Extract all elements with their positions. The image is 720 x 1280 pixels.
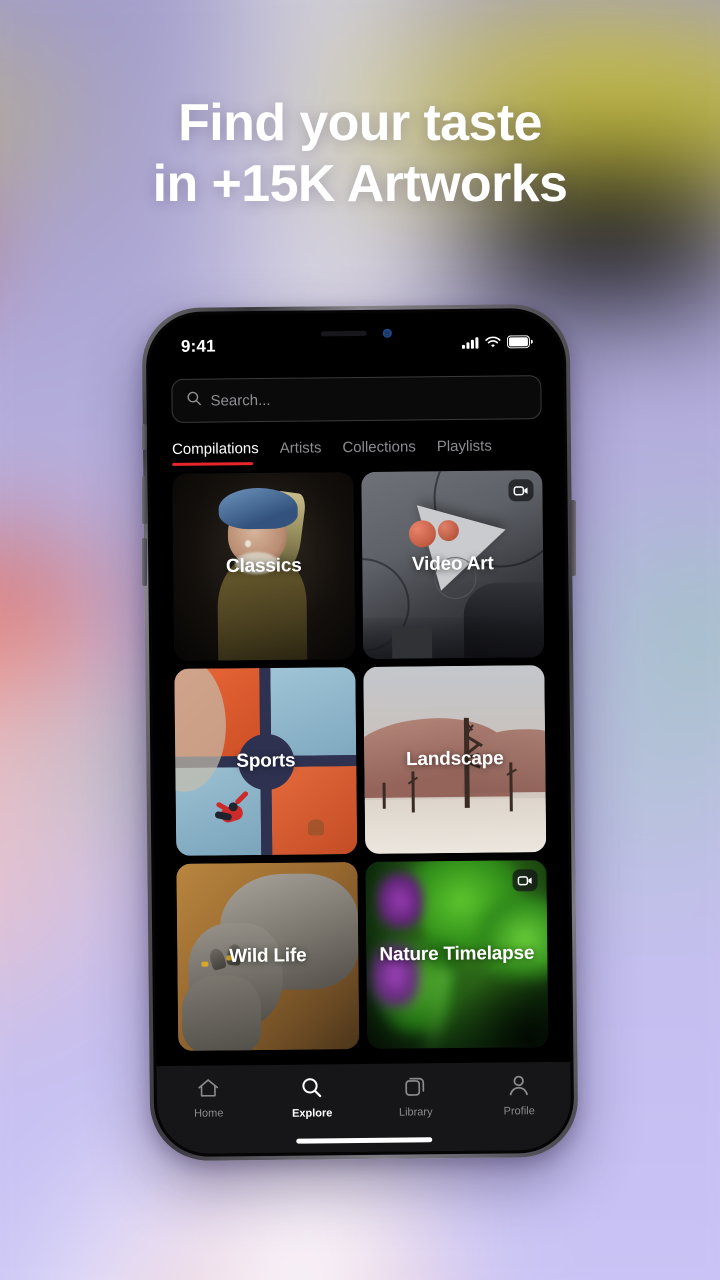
front-camera-icon [382,328,392,338]
card-landscape[interactable]: Landscape [363,665,547,854]
wifi-icon [485,336,501,354]
video-badge-icon [508,479,534,502]
search-field[interactable]: Search... [171,375,542,423]
card-sports[interactable]: Sports [174,667,358,856]
search-placeholder: Search... [210,391,271,410]
nav-label: Library [398,1106,433,1119]
promo-headline: Find your taste in +15K Artworks [0,93,720,216]
tab-collections[interactable]: Collections [342,438,416,464]
nav-label: Profile [503,1105,535,1118]
earpiece-speaker-icon [320,330,367,337]
category-tabs: Compilations Artists Collections Playlis… [150,419,564,466]
status-bar-time: 9:41 [180,336,216,356]
nav-item-profile[interactable]: Profile [467,1074,571,1118]
bottom-navigation-bar: Home Explore Library Profile [156,1061,572,1155]
card-label: Sports [236,749,296,772]
headline-line-1: Find your taste [178,94,542,152]
phone-mute-switch[interactable] [142,424,147,450]
battery-icon [506,335,533,353]
person-icon [508,1074,530,1101]
phone-volume-down-button[interactable] [142,538,147,586]
video-badge-icon [512,869,538,892]
nav-label: Explore [291,1107,333,1120]
card-wild-life[interactable]: Wild Life [176,862,360,1051]
nav-label: Home [193,1107,224,1120]
card-label: Wild Life [229,944,307,967]
search-icon [186,391,201,411]
card-label: Classics [225,554,302,577]
card-label: Landscape [405,747,504,770]
dynamic-island [296,319,415,348]
card-label: Video Art [411,552,494,575]
library-icon [404,1075,426,1102]
phone-volume-up-button[interactable] [142,476,147,524]
nav-item-library[interactable]: Library [364,1075,468,1119]
card-nature-timelapse[interactable]: Nature Timelapse [365,860,549,1049]
nav-item-home[interactable]: Home [157,1077,261,1120]
tab-playlists[interactable]: Playlists [437,438,492,464]
phone-mockup: 9:41 Search... Compilations Artists Coll… [141,303,579,1162]
card-classics[interactable]: Classics [172,472,356,661]
tab-artists[interactable]: Artists [280,439,322,464]
card-video-art[interactable]: Video Art [361,470,545,659]
tab-compilations[interactable]: Compilations [172,440,259,466]
compilations-grid: Classics Video Art Sports Landscape Wild… [150,462,570,1051]
phone-screen: 9:41 Search... Compilations Artists Coll… [148,310,572,1155]
status-bar: 9:41 [149,311,563,363]
home-icon [197,1077,220,1103]
card-label: Nature Timelapse [379,942,535,965]
phone-power-button[interactable] [571,500,576,576]
search-icon [301,1076,323,1103]
home-indicator[interactable] [296,1137,433,1144]
headline-line-2: in +15K Artworks [152,155,568,214]
nav-item-explore[interactable]: Explore [260,1076,364,1120]
cellular-signal-icon [461,336,479,354]
